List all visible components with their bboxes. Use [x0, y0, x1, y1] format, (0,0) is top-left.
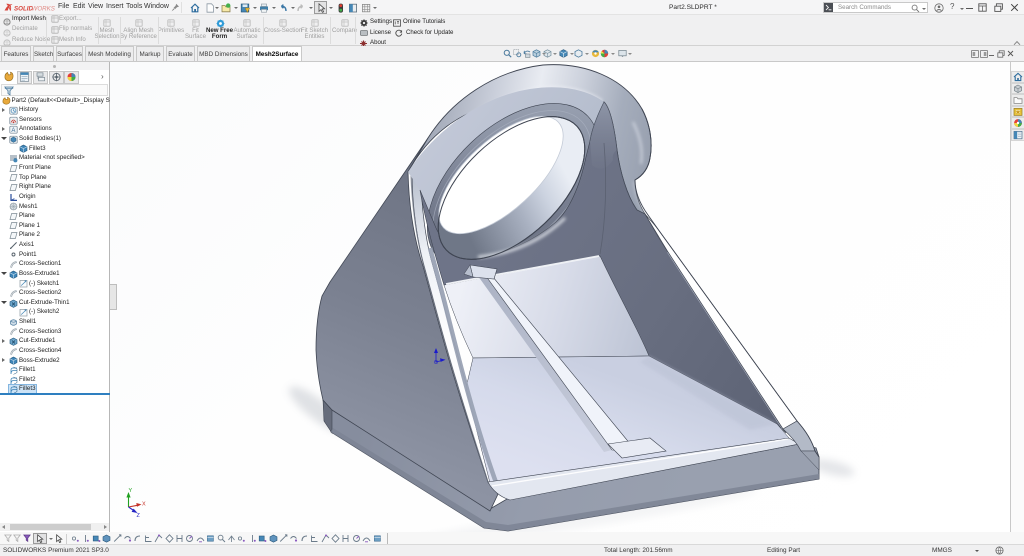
svg-text:X: X	[142, 502, 146, 508]
svg-text:WORKS: WORKS	[32, 5, 56, 12]
svg-text:Y: Y	[129, 488, 133, 494]
svg-text:Z: Z	[137, 513, 141, 519]
